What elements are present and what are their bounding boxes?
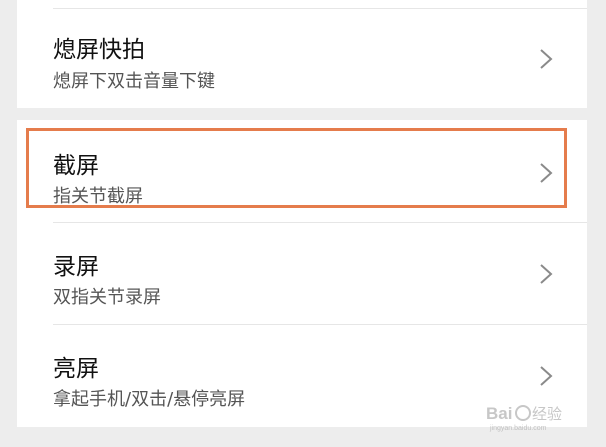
settings-group-top: 熄屏快拍 熄屏下双击音量下键 <box>17 0 587 108</box>
baidu-jingyan-watermark: Bai 经验 jingyan.baidu.com <box>484 399 576 433</box>
settings-item-title: 亮屏 <box>53 356 99 382</box>
settings-item-subtitle: 双指关节录屏 <box>53 287 161 308</box>
settings-item-title: 截屏 <box>53 153 99 179</box>
settings-item-screenshot[interactable]: 截屏 指关节截屏 <box>17 120 587 222</box>
settings-item-subtitle: 熄屏下双击音量下键 <box>53 71 215 92</box>
chevron-right-icon <box>539 48 553 70</box>
settings-item-title: 录屏 <box>53 254 99 280</box>
svg-text:经验: 经验 <box>532 405 562 423</box>
settings-item-screen-record[interactable]: 录屏 双指关节录屏 <box>17 223 587 324</box>
chevron-right-icon <box>539 263 553 285</box>
svg-text:Bai: Bai <box>486 404 512 423</box>
settings-item-screen-off-snapshot[interactable]: 熄屏快拍 熄屏下双击音量下键 <box>17 0 587 108</box>
chevron-right-icon <box>539 365 553 387</box>
chevron-right-icon <box>539 162 553 184</box>
settings-item-subtitle: 拿起手机/双击/悬停亮屏 <box>53 389 246 410</box>
settings-item-title: 熄屏快拍 <box>53 37 145 63</box>
settings-item-subtitle: 指关节截屏 <box>53 186 143 207</box>
svg-text:jingyan.baidu.com: jingyan.baidu.com <box>489 425 547 432</box>
settings-group-main: 截屏 指关节截屏 录屏 双指关节录屏 亮屏 拿起手机/双击/悬停亮屏 <box>17 120 587 427</box>
